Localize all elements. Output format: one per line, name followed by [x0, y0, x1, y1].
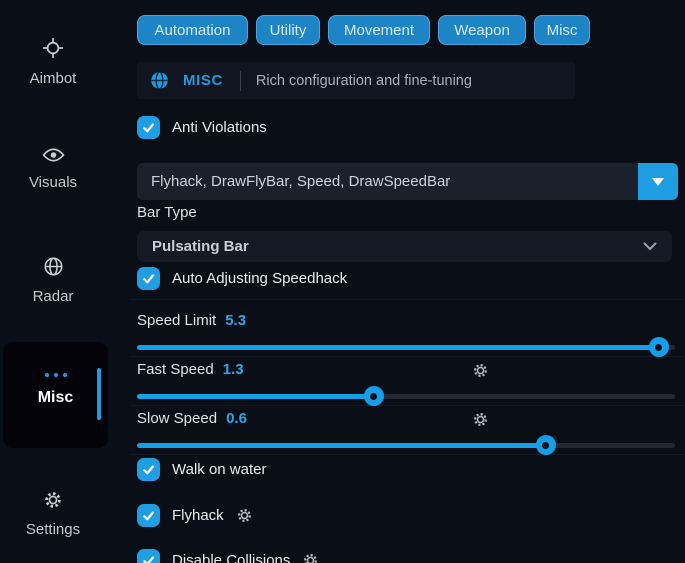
slider-handle[interactable]	[364, 386, 384, 406]
globe-icon	[43, 256, 64, 281]
checkbox-label: Walk on water	[172, 461, 266, 478]
slider-fill	[137, 443, 546, 448]
feature-multiselect[interactable]: Flyhack, DrawFlyBar, Speed, DrawSpeedBar	[137, 163, 678, 200]
triangle-down-icon	[652, 178, 664, 186]
sidebar-item-label: Radar	[33, 288, 74, 305]
gear-icon[interactable]	[472, 411, 489, 428]
slider-handle[interactable]	[536, 435, 556, 455]
fast-speed-row: Fast Speed 1.3	[137, 361, 244, 378]
section-header: MISC Rich configuration and fine-tuning	[137, 62, 575, 99]
checkbox-label: Auto Adjusting Speedhack	[172, 270, 347, 287]
section-subtitle: Rich configuration and fine-tuning	[256, 73, 472, 89]
flyhack-checkbox[interactable]	[137, 504, 160, 527]
divider	[240, 71, 241, 91]
slow-speed-slider[interactable]	[137, 435, 675, 455]
tab-movement[interactable]: Movement	[328, 15, 430, 45]
auto-adjust-row: Auto Adjusting Speedhack	[137, 267, 347, 290]
checkbox-label: Anti Violations	[172, 119, 267, 136]
select-value: Pulsating Bar	[152, 238, 249, 255]
disable-collisions-row: Disable Collisions	[137, 549, 319, 563]
slider-fill	[137, 394, 374, 399]
slider-fill	[137, 345, 659, 350]
sidebar-item-label: Visuals	[29, 174, 77, 191]
gear-icon[interactable]	[302, 552, 319, 563]
slider-handle[interactable]	[649, 337, 669, 357]
slider-track[interactable]	[137, 443, 675, 448]
sidebar-item-misc-active[interactable]: Misc	[3, 342, 108, 448]
gear-icon	[43, 490, 63, 514]
auto-adjust-checkbox[interactable]	[137, 267, 160, 290]
gear-icon[interactable]	[472, 362, 489, 379]
slider-track[interactable]	[137, 394, 675, 399]
chevron-down-icon	[643, 238, 657, 256]
dropdown-open-button[interactable]	[638, 163, 678, 200]
globe-icon	[150, 71, 169, 90]
checkbox-label: Disable Collisions	[172, 552, 290, 563]
divider	[130, 454, 685, 455]
tab-misc[interactable]: Misc	[534, 15, 590, 45]
gear-icon[interactable]	[236, 507, 253, 524]
tab-automation[interactable]: Automation	[137, 15, 248, 45]
slider-value: 1.3	[223, 361, 244, 378]
check-icon	[141, 462, 156, 477]
walk-on-water-checkbox[interactable]	[137, 458, 160, 481]
sidebar-item-visuals[interactable]: Visuals	[0, 147, 106, 191]
walk-on-water-row: Walk on water	[137, 458, 266, 481]
tab-weapon[interactable]: Weapon	[438, 15, 526, 45]
cheat-menu-window: Aimbot Visuals Radar Misc	[0, 0, 685, 563]
anti-violations-checkbox[interactable]	[137, 116, 160, 139]
sidebar-item-aimbot[interactable]: Aimbot	[0, 37, 106, 87]
slider-label: Speed Limit	[137, 312, 216, 329]
slow-speed-row: Slow Speed 0.6	[137, 410, 247, 427]
fast-speed-slider[interactable]	[137, 386, 675, 406]
check-icon	[141, 508, 156, 523]
multiselect-value: Flyhack, DrawFlyBar, Speed, DrawSpeedBar	[151, 173, 638, 190]
category-tabs: Automation Utility Movement Weapon Misc	[137, 15, 590, 45]
divider	[130, 405, 685, 406]
slider-label: Slow Speed	[137, 410, 217, 427]
disable-collisions-checkbox[interactable]	[137, 549, 160, 563]
sidebar-item-settings[interactable]: Settings	[0, 490, 106, 538]
anti-violations-row: Anti Violations	[137, 116, 267, 139]
section-title: MISC	[183, 72, 223, 89]
eye-icon	[42, 147, 65, 167]
slider-track[interactable]	[137, 345, 675, 350]
slider-value: 5.3	[225, 312, 246, 329]
speed-limit-slider[interactable]	[137, 337, 675, 357]
sidebar-item-radar[interactable]: Radar	[0, 256, 106, 305]
check-icon	[141, 271, 156, 286]
bar-type-select[interactable]: Pulsating Bar	[137, 231, 672, 262]
check-icon	[141, 120, 156, 135]
flyhack-row: Flyhack	[137, 504, 253, 527]
handle-dot	[370, 393, 377, 400]
tab-utility[interactable]: Utility	[256, 15, 320, 45]
handle-dot	[655, 344, 662, 351]
ellipsis-icon	[45, 373, 67, 377]
divider	[130, 356, 685, 357]
checkbox-label: Flyhack	[172, 507, 224, 524]
check-icon	[141, 553, 156, 563]
sidebar-item-label: Aimbot	[30, 70, 77, 87]
sidebar-item-label: Settings	[26, 521, 80, 538]
handle-dot	[542, 442, 549, 449]
slider-label: Fast Speed	[137, 361, 214, 378]
sidebar-item-label: Misc	[38, 389, 74, 407]
bar-type-label: Bar Type	[137, 204, 197, 221]
crosshair-icon	[42, 37, 64, 63]
active-indicator-bar	[97, 368, 101, 420]
speed-limit-row: Speed Limit 5.3	[137, 312, 246, 329]
slider-value: 0.6	[226, 410, 247, 427]
divider	[130, 299, 685, 300]
